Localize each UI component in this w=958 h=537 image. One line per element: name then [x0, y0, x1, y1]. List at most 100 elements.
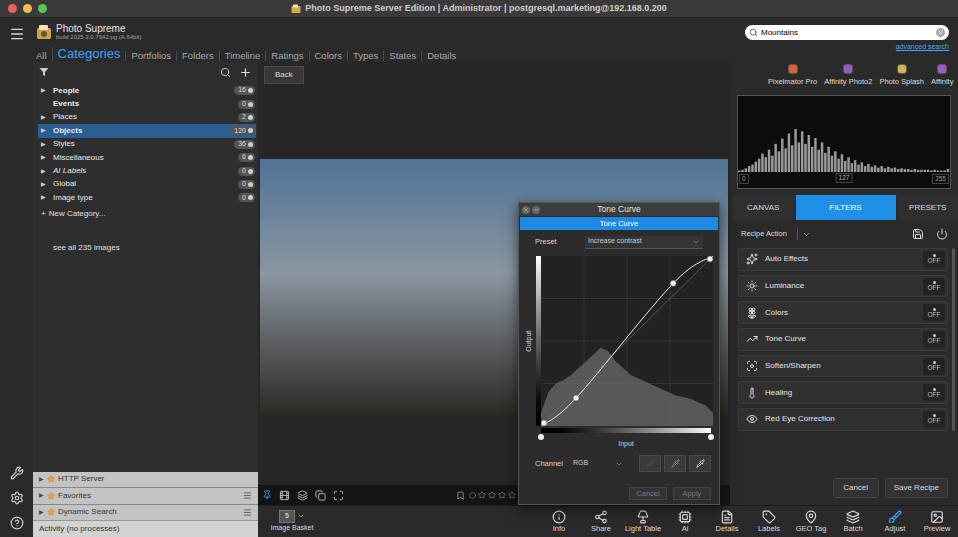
toolbar-button[interactable]: Light Table [622, 510, 664, 534]
editor-button[interactable]: Affinity Photo2 [824, 64, 872, 87]
nav-tab[interactable]: Categories [52, 47, 126, 61]
image-basket[interactable]: 5Image Basket [267, 510, 317, 534]
panel-menu-icon[interactable] [243, 491, 252, 500]
input-white-handle[interactable] [708, 434, 714, 440]
filter-toggle[interactable]: OFF [923, 251, 945, 268]
filter-row[interactable]: Tone CurveOFF [738, 328, 948, 351]
nav-tab[interactable]: States [383, 51, 421, 61]
editor-button[interactable]: Affinity [931, 64, 953, 87]
tree-item[interactable]: ▶Image type0 [38, 191, 256, 204]
dialog-close-button[interactable] [522, 206, 530, 214]
toolbar-button[interactable]: Labels [748, 510, 790, 534]
toolbar-button[interactable]: Adjust [874, 510, 916, 534]
curve-point[interactable] [670, 280, 676, 286]
curve-editor[interactable]: Output [519, 256, 719, 426]
histogram-slider-handle[interactable]: 127 [836, 173, 853, 183]
film-icon[interactable] [279, 490, 290, 501]
adjust-tab[interactable]: PRESETS [898, 195, 958, 220]
dialog-collapse-button[interactable] [532, 206, 540, 214]
chevron-down-icon[interactable] [802, 230, 811, 239]
nav-tab[interactable]: Folders [176, 51, 219, 61]
tree-item[interactable]: ▶Global0 [38, 178, 256, 191]
see-all-link[interactable]: see all 235 images [33, 220, 258, 254]
filter-toggle[interactable]: OFF [923, 411, 945, 428]
preset-select[interactable]: Increase contrast [585, 236, 703, 249]
filter-row[interactable]: ColorsOFF [738, 301, 948, 324]
editor-button[interactable]: Photo Splash [879, 64, 924, 87]
toolbar-button[interactable]: Batch [832, 510, 874, 534]
toolbar-button[interactable]: Ai [664, 510, 706, 534]
dialog-button[interactable]: Cancel [629, 487, 667, 500]
black-point-picker[interactable] [639, 455, 661, 472]
bookmark-icon[interactable] [456, 491, 465, 500]
add-icon[interactable] [239, 66, 252, 79]
white-point-picker[interactable] [689, 455, 711, 472]
pin-icon[interactable] [262, 490, 272, 500]
menu-icon[interactable] [9, 26, 25, 42]
curve-point[interactable] [541, 420, 547, 426]
toolbar-button[interactable]: Details [706, 510, 748, 534]
nav-tab[interactable]: Details [421, 51, 461, 61]
tree-item[interactable]: ▶Styles36 [38, 138, 256, 151]
scrollbar[interactable] [952, 248, 955, 431]
filter-row[interactable]: Auto EffectsOFF [738, 248, 948, 271]
advanced-search-link[interactable]: advanced search [896, 42, 949, 53]
rating-star-icon[interactable] [478, 491, 486, 499]
new-category-button[interactable]: +New Category... [33, 205, 258, 220]
nav-tab[interactable]: Timeline [219, 51, 266, 61]
nav-tab[interactable]: Types [347, 51, 383, 61]
close-window-button[interactable] [8, 4, 17, 13]
panel-header[interactable]: ▶Favorites [33, 488, 258, 504]
adjust-tab[interactable]: CANVAS [733, 195, 794, 220]
toolbar-button[interactable]: Preview [916, 510, 958, 534]
clear-search-button[interactable] [936, 28, 945, 37]
panel-header[interactable]: ▶Dynamic Search [33, 505, 258, 521]
panel-header[interactable]: ▶HTTP Server [33, 472, 258, 488]
filter-row[interactable]: Soften/SharpenOFF [738, 355, 948, 378]
filter-toggle[interactable]: OFF [923, 331, 945, 348]
fit-icon[interactable] [333, 490, 344, 501]
reject-icon[interactable] [469, 492, 476, 499]
add-version-icon[interactable] [315, 490, 326, 501]
nav-tab[interactable]: Colors [309, 51, 347, 61]
search-field[interactable]: Mountains [745, 25, 949, 40]
nav-tab[interactable]: Portfolios [125, 51, 176, 61]
nav-tab[interactable]: Ratings [265, 51, 308, 61]
search-icon[interactable] [220, 67, 231, 78]
filter-toggle[interactable]: OFF [923, 358, 945, 375]
stack-icon[interactable] [297, 490, 308, 501]
recipe-button[interactable]: Cancel [833, 478, 879, 498]
filter-row[interactable]: Red Eye CorrectionOFF [738, 408, 948, 431]
tree-item[interactable]: Events0 [38, 97, 256, 110]
zoom-window-button[interactable] [38, 4, 47, 13]
tree-item[interactable]: ▶AI Labels0 [38, 164, 256, 177]
filter-funnel-icon[interactable] [39, 67, 49, 77]
rating-star-icon[interactable] [488, 491, 496, 499]
nav-tab[interactable]: All [36, 51, 52, 61]
tree-item[interactable]: ▶People16 [38, 84, 256, 97]
filter-row[interactable]: HealingOFF [738, 381, 948, 404]
adjust-tab[interactable]: FILTERS [796, 195, 896, 220]
input-black-handle[interactable] [538, 434, 544, 440]
filter-toggle[interactable]: OFF [923, 278, 945, 295]
power-icon[interactable] [936, 228, 948, 240]
rating-star-icon[interactable] [508, 491, 516, 499]
panel-menu-icon[interactable] [243, 508, 252, 517]
recipe-action[interactable]: Recipe Action [741, 228, 798, 239]
save-icon[interactable] [912, 228, 924, 240]
editor-button[interactable]: Pixelmator Pro [768, 64, 817, 87]
curve-point[interactable] [707, 256, 713, 262]
gray-point-picker[interactable] [664, 455, 686, 472]
toolbar-button[interactable]: GEO Tag [790, 510, 832, 534]
tools-icon[interactable] [10, 466, 24, 480]
histogram-slider[interactable]: 0127255 [738, 172, 950, 186]
filter-toggle[interactable]: OFF [923, 304, 945, 321]
rating-star-icon[interactable] [498, 491, 506, 499]
minimize-window-button[interactable] [23, 4, 32, 13]
curve-point[interactable] [573, 395, 579, 401]
recipe-button[interactable]: Save Recipe [885, 478, 948, 498]
toolbar-button[interactable]: Share [580, 510, 622, 534]
help-icon[interactable] [10, 516, 24, 530]
toolbar-button[interactable]: Info [538, 510, 580, 534]
tree-item[interactable]: ▶Places2 [38, 111, 256, 124]
